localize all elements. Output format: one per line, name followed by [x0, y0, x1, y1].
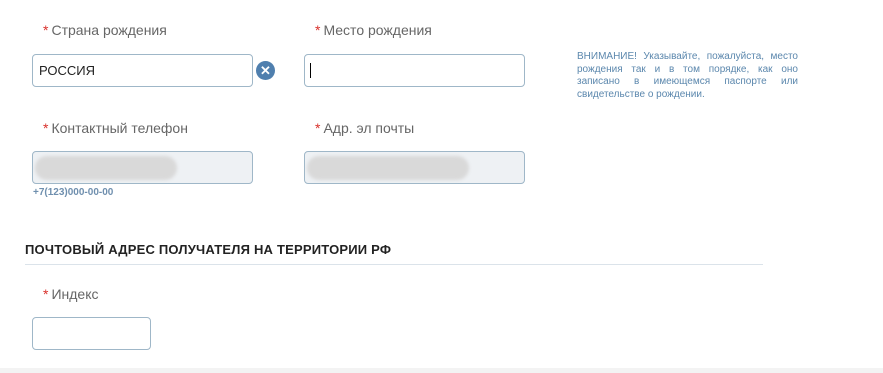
page-edge [0, 368, 883, 373]
text-caret [310, 63, 311, 78]
birth-place-label: * Место рождения [315, 22, 432, 38]
clear-icon[interactable]: ✕ [256, 61, 275, 80]
index-label: * Индекс [43, 286, 99, 302]
required-mark: * [43, 120, 49, 136]
section-title: ПОЧТОВЫЙ АДРЕС ПОЛУЧАТЕЛЯ НА ТЕРРИТОРИИ … [25, 242, 392, 257]
birth-place-input[interactable] [304, 54, 525, 87]
email-label: * Адр. эл почты [315, 120, 415, 136]
required-mark: * [315, 120, 321, 136]
index-input[interactable] [32, 317, 151, 350]
section-divider [25, 264, 763, 265]
birth-country-input[interactable]: РОССИЯ [32, 54, 253, 87]
redacted-value [307, 156, 469, 180]
phone-format-hint: +7(123)000-00-00 [33, 187, 114, 198]
phone-label: * Контактный телефон [43, 120, 188, 136]
required-mark: * [315, 22, 321, 38]
warning-note: ВНИМАНИЕ! Указывайте, пожалуйста, место … [577, 51, 798, 100]
required-mark: * [43, 22, 49, 38]
birth-country-label: * Страна рождения [43, 22, 167, 38]
phone-input[interactable] [32, 151, 253, 184]
birth-country-value: РОССИЯ [39, 63, 96, 78]
required-mark: * [43, 286, 49, 302]
redacted-value [35, 156, 177, 180]
email-input[interactable] [304, 151, 525, 184]
